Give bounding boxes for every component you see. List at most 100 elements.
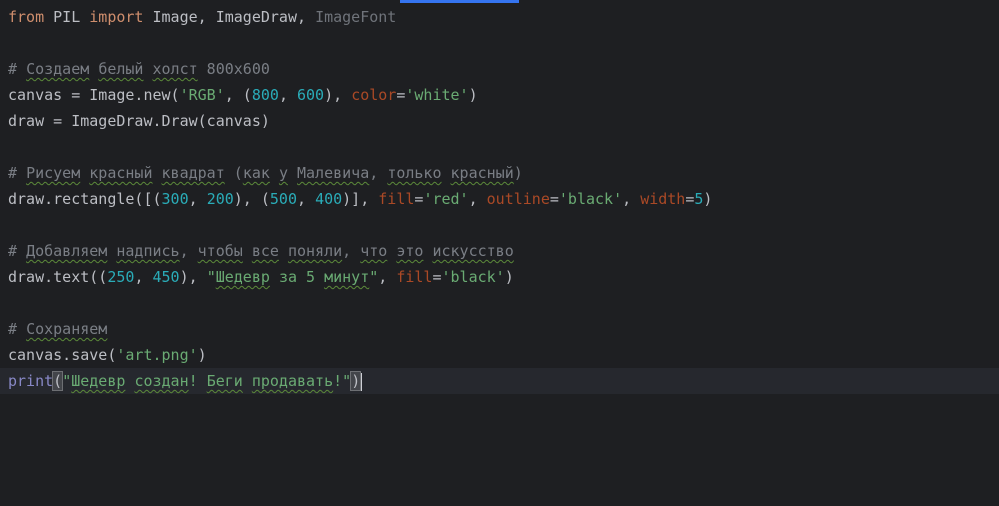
comment-text: 800x600 (197, 60, 270, 78)
number-literal: 500 (269, 190, 297, 208)
code-text: , (297, 190, 316, 208)
comment-word: Добавляем (26, 242, 108, 260)
code-text: ) (197, 346, 207, 364)
comment-text (288, 164, 297, 182)
comment-hash: # (8, 60, 27, 78)
comment-space (80, 164, 89, 182)
comment-hash: # (8, 320, 27, 338)
comment-word: Малевича (297, 164, 370, 182)
code-text: ), (324, 86, 352, 104)
code-line-15-current[interactable]: print("Шедевр создан! Беги продавать!") (0, 368, 999, 394)
number-literal: 300 (161, 190, 189, 208)
string-quote: " (369, 268, 379, 286)
comment-text: ( (224, 164, 243, 182)
code-text: canvas.save( (8, 346, 117, 364)
comment-word: только (387, 164, 442, 182)
comment-space (243, 242, 252, 260)
string-literal: 'red' (423, 190, 469, 208)
comment-word: у (278, 164, 288, 182)
code-line-3[interactable]: # Создаем белый холст 800x600 (0, 56, 999, 82)
named-parameter: width (640, 190, 686, 208)
code-text: , ( (224, 86, 252, 104)
code-line-12[interactable] (0, 290, 999, 316)
comment-word: белый (98, 60, 144, 78)
comment-word: холст (152, 60, 198, 78)
code-editor[interactable]: from PIL import Image, ImageDraw, ImageF… (0, 0, 999, 506)
code-line-11[interactable]: draw.text((250, 450), "Шедевр за 5 минут… (0, 264, 999, 290)
named-parameter: fill (396, 268, 433, 286)
code-text: PIL (44, 8, 90, 26)
number-literal: 250 (107, 268, 135, 286)
comment-word: Создаем (26, 60, 90, 78)
comment-word: Рисуем (26, 164, 81, 182)
matched-paren-close: ) (350, 371, 362, 391)
string-literal: 'white' (405, 86, 469, 104)
string-text: ! (188, 372, 207, 390)
code-text: , (278, 86, 297, 104)
comment-text: , (342, 242, 361, 260)
named-parameter: color (351, 86, 397, 104)
number-literal: 450 (152, 268, 180, 286)
string-space (270, 268, 279, 286)
code-text: draw.rectangle([( (8, 190, 162, 208)
comment-space (89, 60, 98, 78)
number-literal: 600 (297, 86, 325, 104)
comment-space (143, 60, 152, 78)
code-text: )], (342, 190, 379, 208)
comment-space (387, 242, 396, 260)
comment-word: чтобы (197, 242, 243, 260)
comment-word: красный (89, 164, 153, 182)
comment-space (279, 242, 288, 260)
text-caret (360, 372, 363, 391)
code-text: ), ( (233, 190, 270, 208)
string-text: !" (333, 372, 352, 390)
comment-word: квадрат (161, 164, 225, 182)
comment-word: поняли (287, 242, 343, 260)
string-word: за (278, 268, 297, 286)
string-word: Беги (206, 372, 243, 390)
comment-text: ) (513, 164, 523, 182)
keyword-import: import (89, 8, 144, 26)
code-line-8[interactable]: draw.rectangle([(300, 200), (500, 400)],… (0, 186, 999, 212)
string-word: создан (134, 372, 189, 390)
code-line-1[interactable]: from PIL import Image, ImageDraw, ImageF… (0, 4, 999, 30)
code-line-14[interactable]: canvas.save('art.png') (0, 342, 999, 368)
string-literal: 'art.png' (116, 346, 198, 364)
code-text: , (468, 190, 487, 208)
number-literal: 200 (206, 190, 234, 208)
code-text: , (622, 190, 641, 208)
code-line-10[interactable]: # Добавляем надпись, чтобы все поняли, ч… (0, 238, 999, 264)
comment-text: , (179, 242, 198, 260)
code-line-2[interactable] (0, 30, 999, 56)
string-word: продавать (251, 372, 334, 390)
comment-space (153, 164, 162, 182)
comment-word: искусство (432, 242, 514, 260)
string-quote: " (206, 268, 216, 286)
string-literal: 'black' (558, 190, 623, 208)
code-line-13[interactable]: # Сохраняем (0, 316, 999, 342)
code-area[interactable]: from PIL import Image, ImageDraw, ImageF… (0, 4, 999, 394)
code-line-5[interactable]: draw = ImageDraw.Draw(canvas) (0, 108, 999, 134)
number-literal: 800 (251, 86, 279, 104)
comment-text (270, 164, 279, 182)
string-word: Шедевр (71, 372, 126, 390)
code-line-9[interactable] (0, 212, 999, 238)
scroll-indicator (400, 0, 519, 3)
comment-word: это (396, 242, 424, 260)
code-text: = (432, 268, 442, 286)
code-text: = (549, 190, 559, 208)
matched-paren-open: ( (52, 371, 64, 391)
code-line-7[interactable]: # Рисуем красный квадрат (как у Малевича… (0, 160, 999, 186)
comment-word: что (360, 242, 388, 260)
string-space (243, 372, 252, 390)
comment-word: красный (450, 164, 514, 182)
code-text: , (188, 190, 207, 208)
code-line-4[interactable]: canvas = Image.new('RGB', (800, 600), co… (0, 82, 999, 108)
code-line-6[interactable] (0, 134, 999, 160)
named-parameter: outline (486, 190, 550, 208)
comment-word: как (242, 164, 270, 182)
comment-text (442, 164, 451, 182)
code-text: canvas = Image.new( (8, 86, 180, 104)
unused-import: ImageFont (315, 8, 397, 26)
keyword-from: from (8, 8, 45, 26)
